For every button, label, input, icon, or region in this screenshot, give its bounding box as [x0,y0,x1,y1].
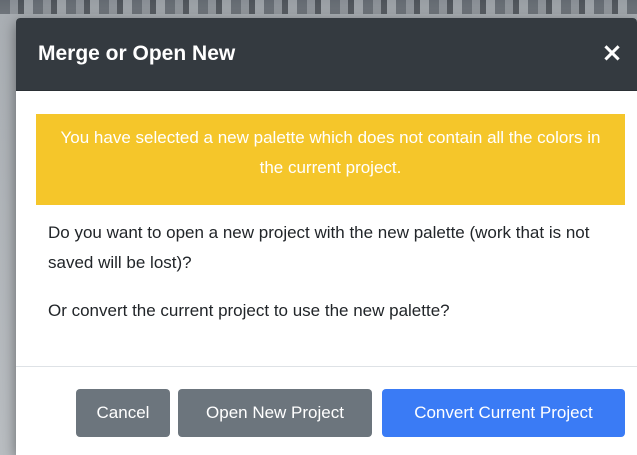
background-toolbar [0,0,637,14]
dialog-header: Merge or Open New × [16,18,637,91]
warning-alert: You have selected a new palette which do… [36,114,625,205]
dialog-title: Merge or Open New [38,42,236,65]
close-icon[interactable]: × [598,38,626,68]
open-new-question: Do you want to open a new project with t… [48,223,590,272]
merge-dialog: Merge or Open New × You have selected a … [16,18,637,455]
cancel-button[interactable]: Cancel [76,389,170,437]
footer-divider [16,366,637,367]
convert-current-project-button[interactable]: Convert Current Project [382,389,625,437]
open-new-project-button[interactable]: Open New Project [178,389,372,437]
convert-question: Or convert the current project to use th… [48,301,450,320]
